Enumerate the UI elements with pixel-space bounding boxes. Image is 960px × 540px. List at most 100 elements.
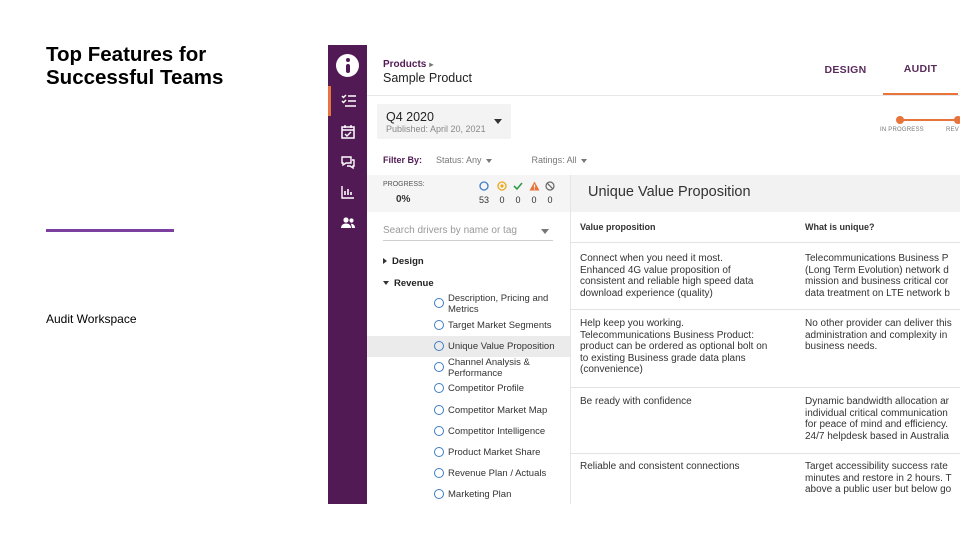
search-input[interactable]: Search drivers by name or tag: [383, 221, 553, 241]
not-started-icon: [434, 489, 444, 499]
row-divider: [571, 309, 960, 310]
tree-item-selected[interactable]: Unique Value Proposition: [367, 336, 570, 357]
tree-item-label: Description, Pricing and Metrics: [448, 292, 549, 315]
page-title: Sample Product: [383, 71, 472, 85]
breadcrumb-products[interactable]: Products: [383, 59, 426, 70]
cell-line: Dynamic bandwidth allocation ar: [805, 396, 949, 407]
tree-item-label: Unique Value Proposition: [448, 341, 555, 352]
not-started-icon: [434, 405, 444, 415]
header-divider: [367, 95, 960, 96]
table-cell[interactable]: Reliable and consistent connections: [580, 461, 792, 473]
step-dot[interactable]: [896, 116, 904, 124]
cell-line: above a public user but below go: [805, 484, 952, 495]
status-filter-text: Status: Any: [436, 155, 482, 165]
collapse-icon: [383, 281, 389, 286]
not-started-icon: [434, 447, 444, 457]
cell-line: (convenience): [580, 364, 643, 375]
tree-group-label: Design: [392, 256, 424, 267]
cell-line: for peace of mind and efficiency.: [805, 419, 949, 430]
not-started-icon: [434, 468, 444, 478]
stat-blocked[interactable]: 0: [543, 180, 557, 205]
table-cell[interactable]: Dynamic bandwidth allocation ar individu…: [805, 396, 960, 442]
stat-warning[interactable]: 0: [527, 180, 541, 205]
cell-line: product can be ordered as optional bolt …: [580, 341, 768, 352]
table-cell[interactable]: Telecommunications Business P (Long Term…: [805, 253, 960, 299]
tree-item-label: Competitor Market Map: [448, 405, 548, 416]
checklist-icon[interactable]: [328, 86, 367, 116]
table-cell[interactable]: Be ready with confidence: [580, 396, 792, 408]
period-name: Q4 2020: [386, 110, 434, 124]
tab-design[interactable]: DESIGN: [808, 45, 883, 95]
not-started-icon: [477, 180, 491, 192]
slide-divider: [46, 229, 174, 232]
tab-bar: DESIGN AUDIT: [808, 45, 958, 95]
cell-line: Target accessibility success rate: [805, 461, 948, 472]
progress-summary: PROGRESS: 0% 53 0 0 0 0: [367, 175, 571, 212]
not-started-icon: [434, 298, 444, 308]
driver-search[interactable]: Search drivers by name or tag: [383, 221, 553, 241]
progress-label: PROGRESS:: [383, 181, 425, 188]
users-icon[interactable]: [328, 208, 367, 238]
filter-bar: Filter By: Status: Any Ratings: All: [383, 155, 587, 165]
chevron-right-icon: ▸: [429, 60, 434, 69]
cell-line: minutes and restore in 2 hours. T: [805, 472, 952, 484]
cell-line: Help keep you working.: [580, 318, 684, 329]
nav-rail: [328, 45, 367, 504]
filter-label: Filter By:: [383, 155, 423, 165]
tree-item[interactable]: Competitor Profile: [367, 378, 570, 399]
stat-complete[interactable]: 0: [511, 180, 525, 205]
tree-item[interactable]: Competitor Intelligence: [367, 421, 570, 442]
cell-line: Connect when you need it most.: [580, 253, 723, 264]
panel-divider: [570, 175, 571, 504]
slide-subtitle: Audit Workspace: [46, 312, 137, 326]
not-started-icon: [434, 341, 444, 351]
expand-icon: [383, 258, 387, 265]
tree-item[interactable]: Product Market Share: [367, 442, 570, 463]
caret-down-icon: [494, 119, 502, 124]
table-cell[interactable]: Connect when you need it most. Enhanced …: [580, 253, 792, 299]
chat-icon[interactable]: [328, 147, 367, 177]
tree-group-design[interactable]: Design: [383, 256, 424, 267]
app-logo-icon[interactable]: [336, 54, 359, 77]
cell-line: business needs.: [805, 341, 878, 352]
ratings-filter[interactable]: Ratings: All: [532, 155, 587, 165]
stat-count: 53: [478, 195, 489, 205]
stat-count: 0: [531, 195, 537, 205]
table-cell[interactable]: Help keep you working. Telecommunication…: [580, 318, 792, 376]
tree-item[interactable]: Competitor Market Map: [367, 400, 570, 421]
row-divider: [571, 453, 960, 454]
step-dot[interactable]: [954, 116, 960, 124]
progress-value: 0%: [396, 194, 411, 205]
app-window: Products ▸ Sample Product DESIGN AUDIT Q4…: [328, 45, 960, 504]
bar-chart-icon[interactable]: [328, 177, 367, 207]
breadcrumb[interactable]: Products ▸: [383, 59, 433, 70]
status-filter[interactable]: Status: Any: [436, 155, 492, 165]
tree-item-label: Marketing Plan: [448, 489, 512, 500]
tab-audit[interactable]: AUDIT: [883, 45, 958, 95]
tree-item-label: Product Market Share: [448, 447, 541, 458]
cell-line: download experience (quality): [580, 287, 713, 299]
tree-item-label: Channel Analysis & Performance: [448, 356, 530, 379]
tree-item[interactable]: Target Market Segments: [367, 315, 570, 336]
not-started-icon: [434, 320, 444, 330]
tree-item[interactable]: Marketing Plan: [367, 484, 570, 504]
cell-line: (Long Term Evolution) network d: [805, 264, 949, 276]
table-cell[interactable]: Target accessibility success rate minute…: [805, 461, 960, 496]
stat-not-started[interactable]: 53: [477, 180, 491, 205]
column-header-value: Value proposition: [580, 222, 656, 232]
cell-line: Be ready with confidence: [580, 396, 692, 407]
period-published: Published: April 20, 2021: [386, 124, 486, 134]
slide-title: Top Features for Successful Teams: [46, 43, 224, 89]
table-cell[interactable]: No other provider can deliver this admin…: [805, 318, 960, 353]
stat-in-progress[interactable]: 0: [495, 180, 509, 205]
tree-item[interactable]: Revenue Plan / Actuals: [367, 463, 570, 484]
cell-line: individual critical communication: [805, 407, 948, 419]
cell-line: mission and business critical cor: [805, 276, 949, 287]
tree-item[interactable]: Channel Analysis & Performance: [367, 356, 570, 379]
tree-item[interactable]: Description, Pricing and Metrics: [367, 292, 570, 315]
tree-group-revenue[interactable]: Revenue: [383, 278, 434, 289]
calendar-check-icon[interactable]: [328, 117, 367, 147]
not-started-icon: [434, 426, 444, 436]
caret-down-icon[interactable]: [541, 229, 549, 234]
period-select[interactable]: Q4 2020 Published: April 20, 2021: [377, 104, 511, 139]
